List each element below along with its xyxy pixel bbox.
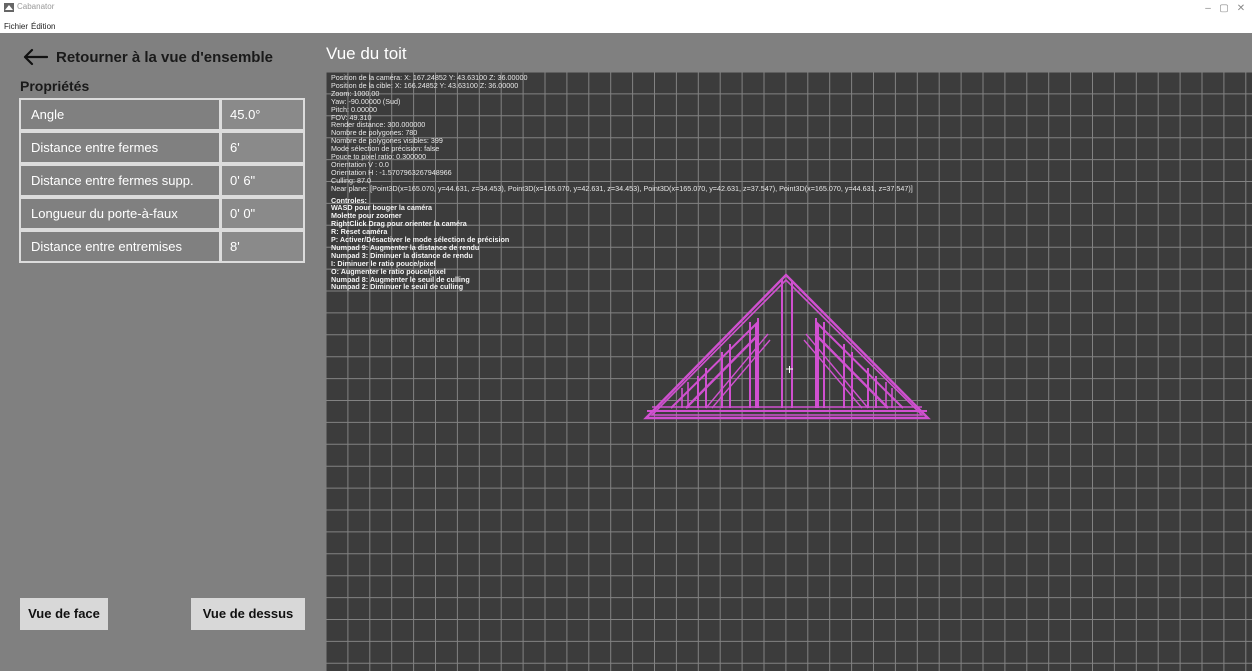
property-value-field[interactable]: 8' [222, 232, 303, 261]
property-value-field[interactable]: 6' [222, 133, 303, 162]
back-label: Retourner à la vue d'ensemble [56, 48, 273, 66]
property-row-porte-a-faux: Longueur du porte-à-faux 0' 0" [19, 197, 305, 230]
debug-line: Position de la cible: X: 166.24852 Y: 43… [331, 80, 519, 90]
property-row-distance-fermes-supp: Distance entre fermes supp. 0' 6" [19, 164, 305, 197]
property-row-entremises: Distance entre entremises 8' [19, 230, 305, 263]
minimize-button[interactable]: – [1200, 3, 1216, 14]
debug-line: Pitch: 0.00000 [331, 104, 377, 114]
debug-line: Orientation V : 0.0 [331, 159, 389, 169]
debug-line: Culling: 87.0 [331, 175, 371, 185]
view-title: Vue du toit [326, 44, 407, 63]
debug-line: Yaw: -90.00000 (Sud) [331, 96, 401, 106]
property-label: Distance entre fermes [21, 133, 219, 162]
properties-panel: Retourner à la vue d'ensemble Propriétés… [0, 33, 316, 671]
close-button[interactable]: ✕ [1233, 3, 1249, 14]
property-label: Angle [21, 100, 219, 129]
property-label: Longueur du porte-à-faux [21, 199, 219, 228]
property-row-distance-fermes: Distance entre fermes 6' [19, 131, 305, 164]
controls-line: Numpad 3: Diminuer la distance de rendu [331, 250, 473, 260]
back-to-overview-link[interactable]: Retourner à la vue d'ensemble [22, 45, 273, 69]
debug-line: Zoom: 1000.00 [331, 88, 380, 98]
controls-line: O: Augmenter le ratio pouce/pixel [331, 266, 446, 276]
properties-table: Angle 45.0° Distance entre fermes 6' Dis… [19, 98, 305, 263]
controls-line: Numpad 2: Diminuer le seuil de culling [331, 282, 464, 292]
property-row-angle: Angle 45.0° [19, 98, 305, 131]
controls-line: I: Diminuer le ratio pouce/pixel [331, 258, 436, 268]
menu-bar: Fichier Édition [0, 22, 1252, 33]
front-view-button[interactable]: Vue de face [20, 598, 108, 630]
property-value-field[interactable]: 0' 6" [222, 166, 303, 195]
arrow-left-icon [23, 48, 48, 66]
property-value-field[interactable]: 45.0° [222, 100, 303, 129]
debug-line: Near plane: [Point3D(x=165.070, y=44.631… [331, 183, 913, 193]
menu-edition[interactable]: Édition [31, 22, 55, 31]
property-value-field[interactable]: 0' 0" [222, 199, 303, 228]
app-logo-icon [4, 3, 14, 12]
app-title: Cabanator [17, 2, 55, 11]
3d-viewport[interactable]: Position de la caméra: X: 167.24852 Y: 4… [326, 72, 1252, 671]
property-label: Distance entre entremises [21, 232, 219, 261]
controls-line: Numpad 9: Augmenter la distance de rendu [331, 242, 480, 252]
top-view-button[interactable]: Vue de dessus [191, 598, 305, 630]
debug-line: Orientation H : -1.5707963267948966 [331, 167, 452, 177]
property-label: Distance entre fermes supp. [21, 166, 219, 195]
maximize-button[interactable]: ▢ [1216, 3, 1232, 14]
menu-fichier[interactable]: Fichier [4, 22, 28, 31]
roof-truss-model [643, 273, 931, 420]
title-bar: Cabanator – ▢ ✕ [0, 0, 1252, 22]
properties-title: Propriétés [20, 78, 90, 94]
